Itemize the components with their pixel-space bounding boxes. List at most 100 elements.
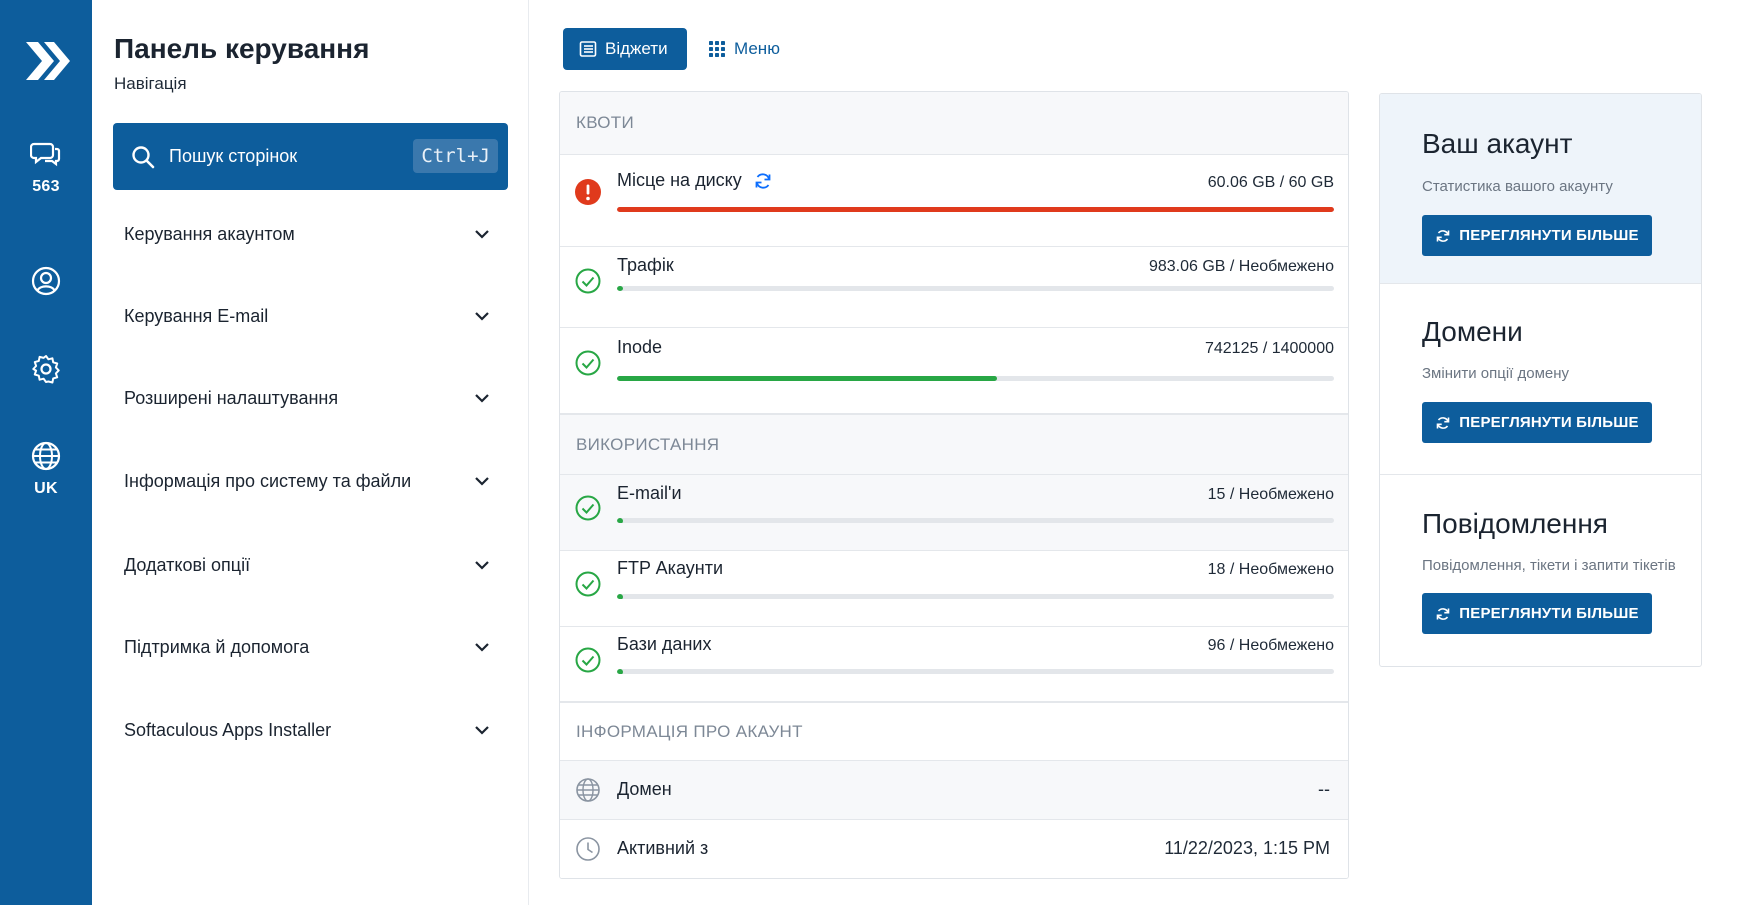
usage-progress-bar <box>617 669 1334 674</box>
quota-label: Inode <box>617 337 663 357</box>
usage-progress-bar <box>617 594 1334 599</box>
nav-support[interactable]: Підтримка й допомога <box>113 627 508 667</box>
quota-value: 742125 / 1400000 <box>1204 340 1334 357</box>
rail-messages[interactable]: 563 <box>0 138 92 196</box>
quota-row-inode[interactable]: Inode 742125 / 1400000 <box>560 328 1348 414</box>
nav-advanced-settings[interactable]: Розширені налаштування <box>113 378 508 418</box>
usage-row-emails[interactable]: E-mail'и 15 / Необмежено <box>560 475 1348 551</box>
card-title: Домени <box>1422 316 1523 347</box>
chevron-down-icon <box>475 312 489 321</box>
view-more-button[interactable]: ПЕРЕГЛЯНУТИ БІЛЬШЕ <box>1422 215 1652 256</box>
usage-header: ВИКОРИСТАННЯ <box>560 414 1348 475</box>
account-row-active-since: Активний з 11/22/2023, 1:15 PM <box>560 820 1348 878</box>
usage-progress-bar <box>617 518 1334 523</box>
rail-language[interactable]: UK <box>0 440 92 498</box>
card-domains: Домени Змінити опції домену ПЕРЕГЛЯНУТИ … <box>1380 284 1701 475</box>
error-icon <box>575 179 601 205</box>
rail-profile[interactable] <box>0 265 92 297</box>
logo-icon[interactable] <box>24 36 70 86</box>
usage-value: 18 / Необмежено <box>1207 561 1334 578</box>
nav-system-info[interactable]: Інформація про систему та файли <box>113 461 508 501</box>
quota-progress-fill <box>617 376 997 381</box>
chevron-down-icon <box>475 561 489 570</box>
quota-progress-bar <box>617 207 1334 212</box>
messages-icon <box>30 142 61 167</box>
quota-row-traffic[interactable]: Трафік 983.06 GB / Необмежено <box>560 247 1348 328</box>
globe-icon <box>576 778 600 802</box>
card-subtitle: Повідомлення, тікети і запити тікетів <box>1422 557 1676 574</box>
shortcut-cards: Ваш акаунт Статистика вашого акаунту ПЕР… <box>1379 93 1702 667</box>
usage-title: ВИКОРИСТАННЯ <box>576 434 720 454</box>
usage-label: E-mail'и <box>617 483 682 503</box>
account-info-header: ІНФОРМАЦІЯ ПРО АКАУНТ <box>560 702 1348 761</box>
check-circle-icon <box>575 495 601 521</box>
usage-progress-dot <box>617 669 623 674</box>
widgets-view-button[interactable]: Віджети <box>563 28 687 70</box>
grid-icon <box>709 41 725 57</box>
nav-item-label: Розширені налаштування <box>124 387 339 408</box>
usage-value: 96 / Необмежено <box>1207 637 1334 654</box>
widgets-icon <box>579 41 597 57</box>
card-subtitle: Змінити опції домену <box>1422 365 1570 382</box>
sidebar-title: Панель керування <box>114 33 370 64</box>
sidebar: Панель керування Навігація Пошук сторіно… <box>92 0 529 905</box>
view-more-button[interactable]: ПЕРЕГЛЯНУТИ БІЛЬШЕ <box>1422 402 1652 443</box>
refresh-icon <box>1436 229 1450 242</box>
usage-row-databases[interactable]: Бази даних 96 / Необмежено <box>560 627 1348 702</box>
widgets-label: Віджети <box>605 39 668 58</box>
quota-row-disk[interactable]: Місце на диску 60.06 GB / 60 GB <box>560 155 1348 247</box>
button-label: ПЕРЕГЛЯНУТИ БІЛЬШЕ <box>1459 227 1639 244</box>
nav-item-label: Керування акаунтом <box>124 223 295 244</box>
account-info-title: ІНФОРМАЦІЯ ПРО АКАУНТ <box>576 721 803 741</box>
chevron-down-icon <box>475 643 489 652</box>
button-label: ПЕРЕГЛЯНУТИ БІЛЬШЕ <box>1459 605 1639 622</box>
left-rail: 563 UK <box>0 0 92 905</box>
view-more-button[interactable]: ПЕРЕГЛЯНУТИ БІЛЬШЕ <box>1422 593 1652 634</box>
usage-value: 15 / Необмежено <box>1207 486 1334 503</box>
quota-progress-bar <box>617 286 1334 291</box>
refresh-icon <box>1436 607 1450 620</box>
usage-progress-dot <box>617 594 623 599</box>
quota-label: Місце на диску <box>617 170 742 190</box>
menu-view-button[interactable]: Меню <box>708 28 808 70</box>
check-circle-icon <box>575 350 601 376</box>
check-circle-icon <box>575 571 601 597</box>
search-pages-button[interactable]: Пошук сторінок Ctrl+J <box>113 123 508 190</box>
account-row-domain: Домен -- <box>560 761 1348 820</box>
quota-progress-bar <box>617 376 1334 381</box>
nav-softaculous[interactable]: Softaculous Apps Installer <box>113 710 508 750</box>
check-circle-icon <box>575 268 601 294</box>
quotas-header: КВОТИ <box>560 92 1348 155</box>
usage-progress-dot <box>617 518 623 523</box>
sidebar-subtitle: Навігація <box>114 74 187 93</box>
nav-account-management[interactable]: Керування акаунтом <box>113 214 508 254</box>
quota-value: 983.06 GB / Необмежено <box>1148 258 1334 275</box>
chevron-down-icon <box>475 726 489 735</box>
usage-row-ftp[interactable]: FTP Акаунти 18 / Необмежено <box>560 551 1348 627</box>
refresh-icon[interactable] <box>753 171 773 191</box>
active-since-value: 11/22/2023, 1:15 PM <box>1164 838 1330 858</box>
menu-label: Меню <box>734 39 780 58</box>
clock-icon <box>576 837 600 861</box>
card-subtitle: Статистика вашого акаунту <box>1422 178 1613 195</box>
quota-value: 60.06 GB / 60 GB <box>1207 174 1334 191</box>
chevron-down-icon <box>475 394 489 403</box>
quota-label: Трафік <box>617 255 674 275</box>
search-icon <box>132 145 155 168</box>
card-your-account: Ваш акаунт Статистика вашого акаунту ПЕР… <box>1380 94 1701 284</box>
card-title: Ваш акаунт <box>1422 128 1573 159</box>
domain-label: Домен <box>617 779 672 799</box>
nav-extra-options[interactable]: Додаткові опції <box>113 545 508 585</box>
rail-settings[interactable] <box>0 353 92 385</box>
nav-item-label: Інформація про систему та файли <box>124 470 412 491</box>
domain-value: -- <box>1318 779 1330 799</box>
card-notifications: Повідомлення Повідомлення, тікети і запи… <box>1380 475 1701 666</box>
stats-panel: КВОТИ Місце на диску 60.06 GB / 60 GB Тр… <box>559 91 1349 879</box>
refresh-icon <box>1436 416 1450 429</box>
card-title: Повідомлення <box>1422 508 1608 539</box>
nav-email-management[interactable]: Керування E-mail <box>113 296 508 336</box>
quota-progress-fill <box>617 207 1334 212</box>
usage-label: Бази даних <box>617 634 712 654</box>
usage-label: FTP Акаунти <box>617 558 723 578</box>
search-label: Пошук сторінок <box>169 146 298 166</box>
